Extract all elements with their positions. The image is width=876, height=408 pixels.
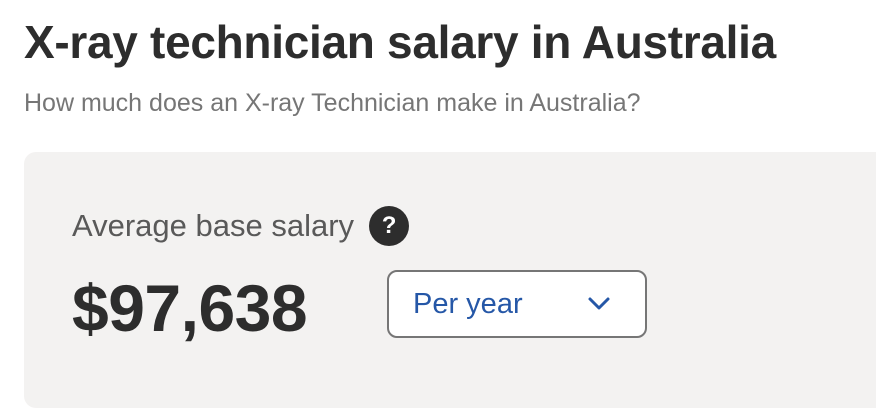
page-subtitle: How much does an X-ray Technician make i… (24, 89, 641, 117)
average-salary-label-row: Average base salary ? (72, 206, 410, 246)
pay-period-selected-value: Per year (413, 288, 523, 320)
pay-period-select[interactable]: Per year (387, 270, 647, 338)
help-question-icon[interactable]: ? (369, 206, 410, 246)
average-salary-label: Average base salary (72, 208, 355, 243)
page: X-ray technician salary in Australia How… (0, 0, 876, 408)
salary-card: Average base salary ? $97,638 Per year (24, 152, 876, 408)
page-title: X-ray technician salary in Australia (24, 16, 776, 68)
average-salary-amount: $97,638 (72, 271, 308, 345)
chevron-down-icon (588, 297, 610, 310)
